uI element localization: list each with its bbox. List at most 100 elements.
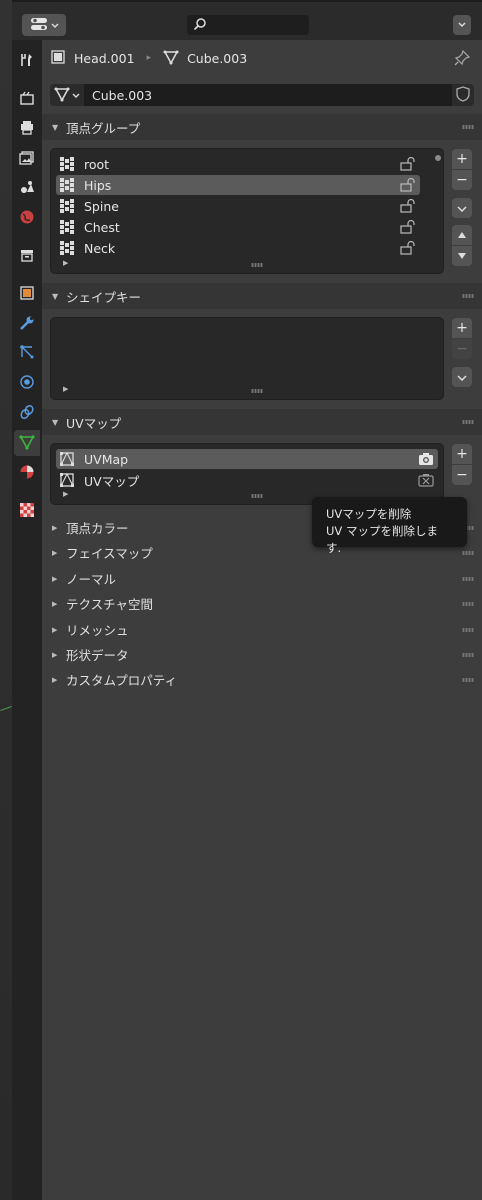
list-item[interactable]: UVマップ [56, 470, 438, 490]
list-item[interactable]: Spine [56, 196, 420, 216]
editor-type-button[interactable] [22, 14, 66, 36]
shield-icon [456, 85, 470, 105]
list-filter-toggle-icon[interactable]: ▶ [63, 385, 68, 393]
vertex-groups-scrollbar[interactable] [435, 155, 441, 255]
triangle-right-icon: ▶ [52, 574, 58, 583]
vertex-group-icon [60, 241, 74, 258]
list-resize-grip-icon[interactable] [251, 263, 263, 267]
drag-grip-icon[interactable] [462, 628, 474, 632]
list-item[interactable]: UVMap [56, 449, 438, 469]
tab-particles[interactable] [14, 340, 40, 366]
tab-scene[interactable] [14, 175, 40, 201]
tab-constraints[interactable] [14, 400, 40, 426]
render-camera-icon [19, 90, 35, 109]
tab-collection[interactable] [14, 243, 40, 269]
properties-header [12, 0, 482, 40]
triangle-right-icon: ▶ [52, 548, 58, 557]
search-icon [193, 17, 207, 34]
browse-mesh-button[interactable] [50, 84, 84, 106]
physics-icon [19, 374, 35, 393]
unlock-icon[interactable] [400, 198, 416, 216]
triangle-right-icon: ▶ [52, 650, 58, 659]
tab-material[interactable] [14, 460, 40, 486]
section-title: フェイスマップ [66, 546, 153, 561]
chevron-down-icon [458, 20, 466, 31]
list-resize-grip-icon[interactable] [251, 494, 263, 498]
shape-keys-header[interactable]: ▼ シェイプキー [42, 283, 482, 309]
tab-tool[interactable] [14, 48, 40, 74]
drag-grip-icon[interactable] [462, 678, 474, 682]
mesh-name-field[interactable]: Cube.003 [84, 84, 452, 106]
uv-maps-header[interactable]: ▼ UVマップ [42, 409, 482, 435]
tab-world[interactable] [14, 205, 40, 231]
remove-shape-key-button[interactable]: − [452, 339, 472, 359]
tab-object[interactable] [14, 281, 40, 307]
normals-header[interactable]: ▶ ノーマル [42, 566, 482, 591]
breadcrumb-mesh: Cube.003 [187, 50, 248, 66]
unlock-icon[interactable] [400, 219, 416, 237]
list-filter-toggle-icon[interactable]: ▶ [63, 490, 68, 498]
object-icon [19, 285, 35, 304]
unlock-icon[interactable] [400, 156, 416, 174]
tab-modifiers[interactable] [14, 311, 40, 337]
drag-grip-icon[interactable] [462, 577, 474, 581]
tab-physics[interactable] [14, 370, 40, 396]
vertex-groups-title: 頂点グループ [66, 120, 141, 136]
drag-grip-icon[interactable] [462, 653, 474, 657]
tab-mesh-data[interactable] [14, 430, 40, 456]
remove-uv-map-button[interactable]: − [452, 465, 472, 485]
drag-grip-icon[interactable] [462, 294, 474, 298]
add-shape-key-button[interactable]: + [452, 318, 472, 338]
list-item-label: Spine [84, 198, 119, 214]
drag-grip-icon[interactable] [462, 602, 474, 606]
search-input[interactable] [187, 15, 309, 35]
tooltip-description: UV マップを削除します. [326, 524, 438, 555]
list-resize-grip-icon[interactable] [251, 389, 263, 393]
triangle-right-icon: ▶ [52, 523, 58, 532]
vertex-group-icon [60, 157, 74, 174]
drag-grip-icon[interactable] [462, 125, 474, 129]
add-vertex-group-button[interactable]: + [452, 149, 472, 169]
unlock-icon[interactable] [400, 177, 416, 195]
camera-off-icon[interactable] [418, 473, 434, 490]
drag-grip-icon[interactable] [462, 551, 474, 555]
tab-output[interactable] [14, 116, 40, 142]
drag-grip-icon[interactable] [462, 420, 474, 424]
vertex-groups-header[interactable]: ▼ 頂点グループ [42, 114, 482, 140]
unlock-icon[interactable] [400, 240, 416, 258]
move-up-button[interactable] [452, 225, 472, 245]
fake-user-button[interactable] [452, 84, 474, 106]
triangle-down-icon [457, 248, 467, 264]
triangle-down-icon: ▼ [52, 122, 59, 132]
tab-view-layer[interactable] [14, 146, 40, 172]
remove-vertex-group-button[interactable]: − [452, 170, 472, 190]
list-item[interactable]: Neck [56, 238, 420, 258]
camera-icon[interactable] [418, 452, 434, 469]
vertex-groups-list: root Hips Spine Chest Neck ▶ [50, 148, 444, 274]
mesh-data-icon [54, 86, 70, 105]
move-down-button[interactable] [452, 246, 472, 266]
add-uv-map-button[interactable]: + [452, 444, 472, 464]
pin-icon[interactable] [454, 49, 471, 69]
list-item-label: Neck [84, 240, 116, 256]
mesh-datablock-selector: Cube.003 [50, 84, 474, 106]
texture-space-header[interactable]: ▶ テクスチャ空間 [42, 591, 482, 616]
list-item[interactable]: Hips [56, 175, 420, 195]
list-item-label: UVMap [84, 451, 129, 467]
vertex-group-specials-button[interactable] [452, 198, 472, 218]
remesh-header[interactable]: ▶ リメッシュ [42, 617, 482, 642]
mesh-data-icon [163, 49, 179, 68]
tab-texture[interactable] [14, 498, 40, 524]
world-icon [19, 209, 35, 228]
custom-properties-header[interactable]: ▶ カスタムプロパティ [42, 667, 482, 692]
options-dropdown-button[interactable] [453, 15, 471, 35]
chevron-down-icon [457, 200, 467, 216]
output-printer-icon [19, 120, 35, 139]
tab-render[interactable] [14, 86, 40, 112]
list-item[interactable]: Chest [56, 217, 420, 237]
geometry-data-header[interactable]: ▶ 形状データ [42, 642, 482, 667]
shape-key-specials-button[interactable] [452, 367, 472, 387]
list-item[interactable]: root [56, 154, 420, 174]
list-filter-toggle-icon[interactable]: ▶ [63, 259, 68, 267]
constraint-icon [19, 404, 35, 423]
